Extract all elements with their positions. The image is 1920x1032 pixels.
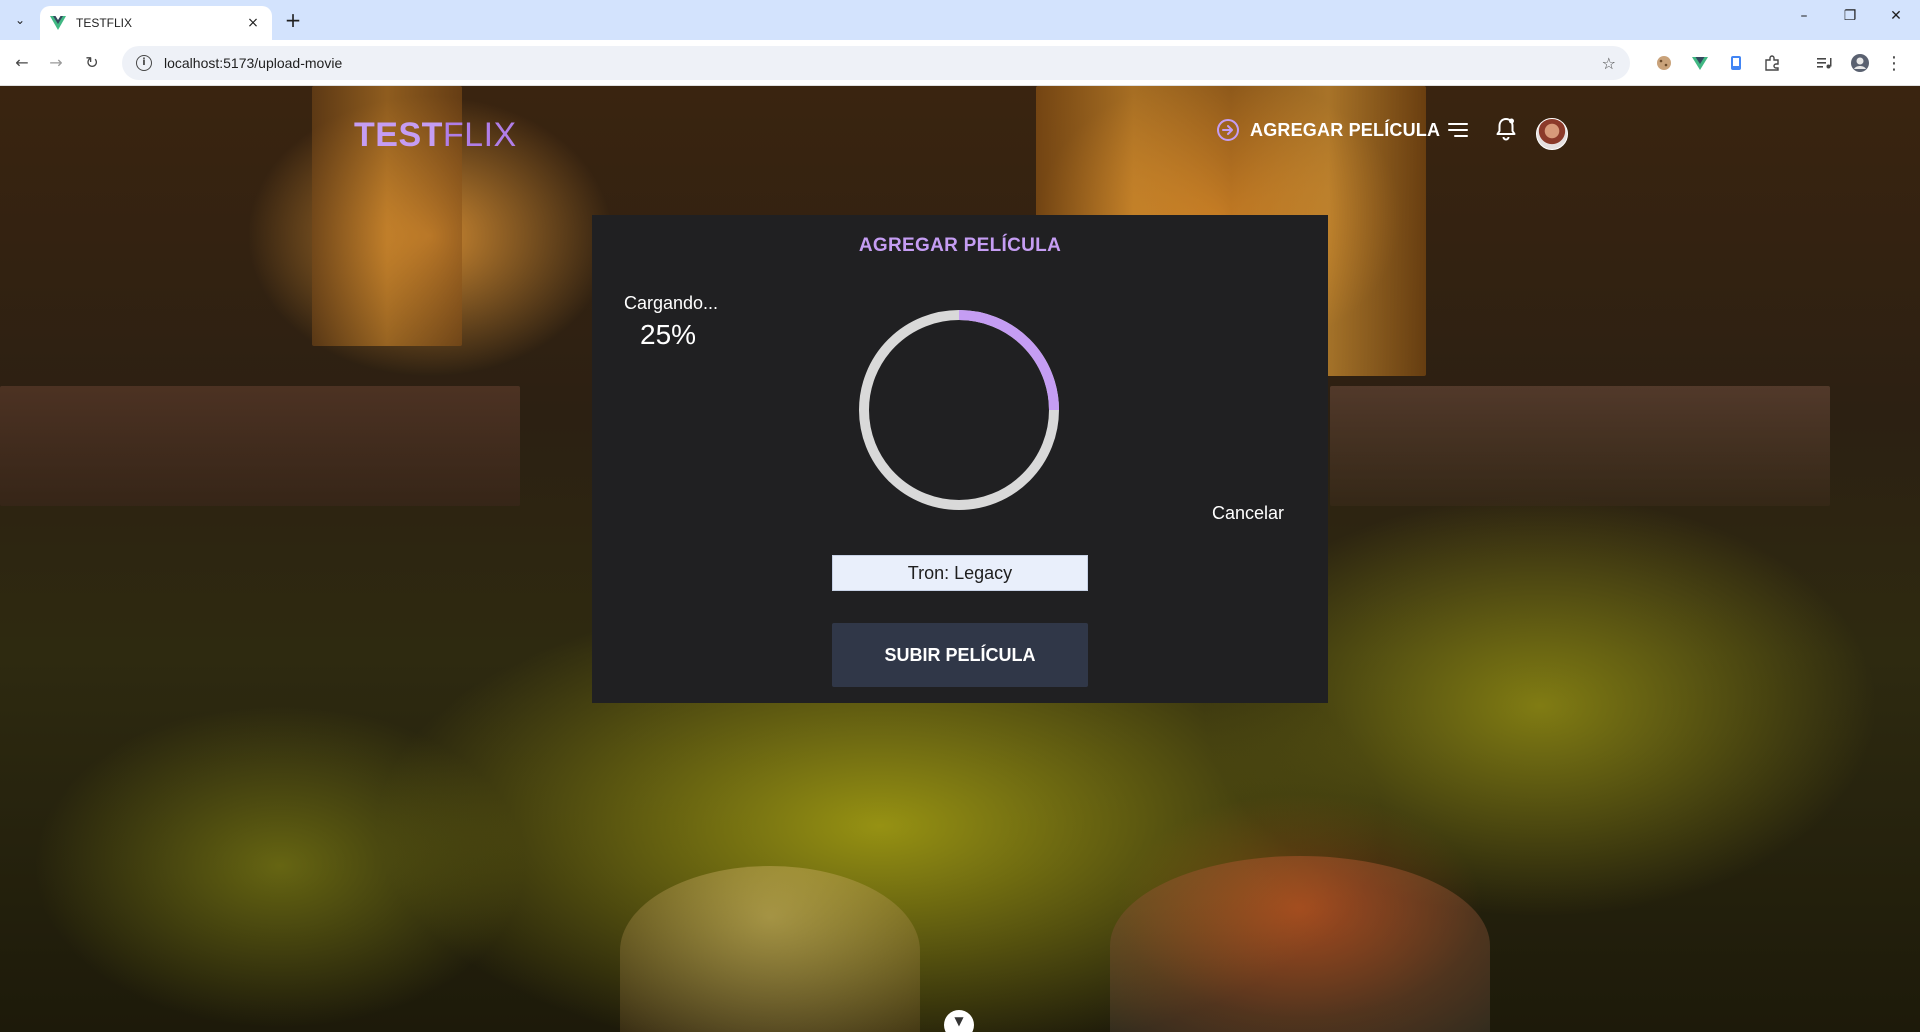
modal-title: AGREGAR PELÍCULA [858,235,1062,256]
background-blanket-left [0,386,520,506]
address-bar[interactable]: i localhost:5173/upload-movie ☆ [122,46,1630,80]
brand-logo-part1: TEST [354,116,443,154]
background-chips-bowl [1110,856,1490,1032]
browser-menu-icon[interactable]: ⋮ [1884,53,1904,74]
new-tab-button[interactable]: + [280,8,306,34]
background-blanket-right [1330,386,1830,506]
menu-icon[interactable] [1446,120,1470,140]
loading-percent: 25% [640,319,697,350]
bookmark-star-icon[interactable]: ☆ [1602,54,1616,73]
movie-title-input[interactable] [832,555,1088,591]
extension-translate-icon[interactable] [1726,53,1746,73]
page-background: TESTFLIX AGREGAR PELÍCULA AGREGAR PELÍCU… [0,86,1920,1032]
extension-cookie-icon[interactable] [1654,53,1674,73]
add-movie-nav-label: AGREGAR PELÍCULA [1250,119,1441,140]
cancel-button[interactable]: Cancelar [1212,503,1284,524]
minimize-button[interactable]: – [1782,8,1826,32]
reload-icon[interactable]: ↻ [80,51,104,75]
tab-close-icon[interactable]: × [244,15,262,31]
brand-logo-part2: FLIX [442,116,517,154]
tab-search-icon[interactable]: ⌄ [6,8,34,32]
add-movie-nav-button[interactable]: AGREGAR PELÍCULA [1216,118,1440,142]
avatar[interactable] [1536,118,1568,150]
profile-avatar-icon[interactable] [1850,53,1870,73]
vue-favicon-icon [50,16,66,30]
browser-toolbar: ← → ↻ i localhost:5173/upload-movie ☆ ⋮ [0,40,1920,86]
media-controls-icon[interactable] [1814,53,1834,73]
browser-tab-strip: ⌄ TESTFLIX × + – ❐ ✕ [0,0,1920,40]
arrow-circle-right-icon [1217,119,1239,141]
forward-arrow-icon[interactable]: → [44,51,68,75]
brand-logo[interactable]: TESTFLIX [354,116,517,155]
add-movie-modal: AGREGAR PELÍCULA Cargando... 25% Cancela… [592,215,1328,703]
browser-tab[interactable]: TESTFLIX × [40,6,272,40]
extension-vue-devtools-icon[interactable] [1690,53,1710,73]
window-close-button[interactable]: ✕ [1874,8,1918,32]
upload-movie-button[interactable]: SUBIR PELÍCULA [832,623,1088,687]
site-info-icon[interactable]: i [136,55,152,71]
url-text[interactable]: localhost:5173/upload-movie [164,55,1602,71]
bell-icon[interactable] [1494,116,1518,142]
scroll-down-icon[interactable]: ▼ [944,1010,974,1032]
background-popcorn-bowl [620,866,920,1032]
back-arrow-icon[interactable]: ← [10,51,34,75]
extensions-puzzle-icon[interactable] [1762,53,1782,73]
upload-progress-ring [859,310,1059,510]
tab-title: TESTFLIX [76,16,133,30]
restore-button[interactable]: ❐ [1828,8,1872,32]
loading-label: Cargando... [624,293,719,313]
